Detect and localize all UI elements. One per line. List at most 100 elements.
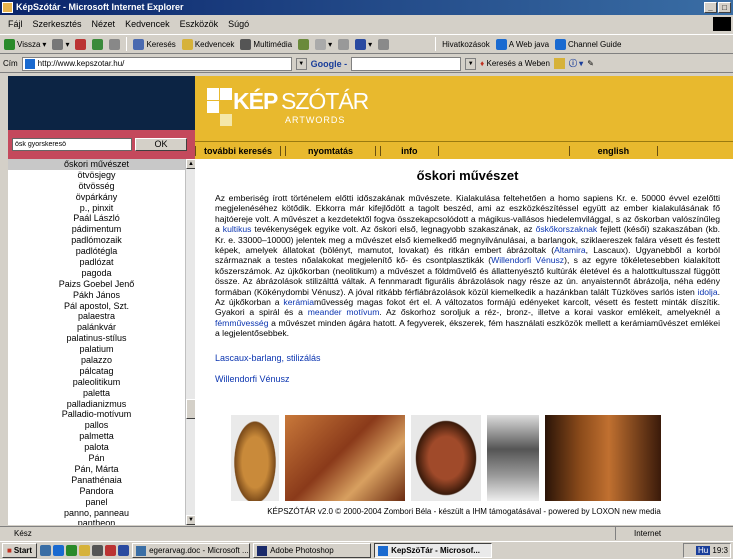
- word-list-item[interactable]: Paál László: [8, 213, 185, 224]
- google-web-search-button[interactable]: ♦ Keresés a Weben: [480, 59, 550, 68]
- related-link-willendorf[interactable]: Willendorfi Vénusz: [215, 374, 720, 384]
- start-button[interactable]: ■ Start: [2, 543, 38, 558]
- word-list-item[interactable]: palaestra: [8, 311, 185, 322]
- menu-tools[interactable]: Eszközök: [180, 16, 219, 32]
- word-list-item[interactable]: palatium: [8, 344, 185, 355]
- menu-view[interactable]: Nézet: [92, 16, 116, 32]
- nav-print[interactable]: nyomtatás: [285, 145, 377, 156]
- word-list-item[interactable]: Pán: [8, 453, 185, 464]
- link-willendorf[interactable]: Willendorfi Vénusz: [491, 255, 564, 265]
- word-list-item[interactable]: Pandora: [8, 486, 185, 497]
- word-list-item[interactable]: pallos: [8, 420, 185, 431]
- word-list-item[interactable]: padlózat: [8, 257, 185, 268]
- menu-favorites[interactable]: Kedvencek: [125, 16, 170, 32]
- link-channel-guide[interactable]: Channel Guide: [555, 38, 621, 50]
- search-button[interactable]: Keresés: [133, 38, 176, 50]
- word-list-item[interactable]: ötvösség: [8, 181, 185, 192]
- language-indicator[interactable]: Hu: [695, 546, 711, 555]
- mail-button[interactable]: ▾: [315, 38, 332, 50]
- word-list-item[interactable]: palánkvár: [8, 322, 185, 333]
- multimedia-button[interactable]: Multimédia: [240, 38, 292, 50]
- word-list-item[interactable]: pagoda: [8, 268, 185, 279]
- word-list-item[interactable]: paleolitikum: [8, 377, 185, 388]
- word-list-item[interactable]: palota: [8, 442, 185, 453]
- word-list-item[interactable]: p., pinxit: [8, 203, 185, 214]
- word-list-item[interactable]: Pákh János: [8, 290, 185, 301]
- news-icon[interactable]: [553, 58, 565, 69]
- desktop-icon[interactable]: [40, 545, 52, 556]
- pen-icon[interactable]: ✎: [587, 59, 594, 68]
- address-dropdown-button[interactable]: ▼: [295, 57, 307, 70]
- kepszotar-logo[interactable]: KÉP SZÓTÁR ARTWORDS: [207, 84, 369, 132]
- word-list-item[interactable]: panel: [8, 497, 185, 508]
- link-kultikus[interactable]: kultikus: [223, 224, 252, 234]
- word-icon[interactable]: [118, 545, 130, 556]
- word-list-item[interactable]: panno, panneau: [8, 508, 185, 519]
- google-toolbar-logo[interactable]: Google -: [311, 59, 348, 69]
- word-list-scrollbar[interactable]: ▲ ▼: [185, 159, 196, 525]
- nav-info[interactable]: info: [380, 145, 439, 156]
- menu-edit[interactable]: Szerkesztés: [33, 16, 82, 32]
- nav-english[interactable]: english: [568, 145, 659, 156]
- word-list-item[interactable]: pantheon: [8, 518, 185, 525]
- fish-object-image[interactable]: [411, 415, 481, 501]
- refresh-button[interactable]: [92, 38, 104, 50]
- related-link-lascaux[interactable]: Lascaux-barlang, stilizálás: [215, 353, 720, 363]
- stop-button[interactable]: [75, 38, 87, 50]
- task-ie[interactable]: KepSzöTár - Microsof...: [374, 543, 493, 558]
- link-idol[interactable]: idolja: [698, 287, 718, 297]
- stone-carving-image[interactable]: [487, 415, 539, 501]
- ie-quick-icon[interactable]: [53, 545, 65, 556]
- address-input[interactable]: http://www.kepszotar.hu/: [21, 56, 292, 71]
- link-meander[interactable]: meander motívum: [308, 307, 380, 317]
- word-list-item[interactable]: övpárkány: [8, 192, 185, 203]
- history-button[interactable]: [298, 38, 310, 50]
- word-list-item[interactable]: Pán, Márta: [8, 464, 185, 475]
- word-list-item[interactable]: Pál apostol, Szt.: [8, 301, 185, 312]
- link-keramia[interactable]: kerámia: [283, 297, 314, 307]
- pottery-image[interactable]: [545, 415, 661, 501]
- word-list-item[interactable]: őskori művészet: [8, 159, 185, 170]
- ok-button[interactable]: OK: [135, 138, 187, 151]
- word-list-item[interactable]: Panathénaia: [8, 475, 185, 486]
- word-button[interactable]: ▾: [355, 38, 372, 50]
- back-button[interactable]: Vissza ▾: [4, 38, 46, 50]
- task-word[interactable]: egerarvag.doc - Microsoft ...: [132, 543, 251, 558]
- word-list-item[interactable]: pádimentum: [8, 224, 185, 235]
- word-list-item[interactable]: paletta: [8, 388, 185, 399]
- maximize-button[interactable]: □: [718, 2, 731, 13]
- favorites-button[interactable]: Kedvencek: [181, 38, 234, 50]
- folder-icon[interactable]: [79, 545, 91, 556]
- word-list-item[interactable]: Palladio-motívum: [8, 409, 185, 420]
- home-button[interactable]: [109, 38, 121, 50]
- menu-file[interactable]: Fájl: [8, 16, 23, 32]
- print-button[interactable]: [338, 38, 350, 50]
- word-list-item[interactable]: pálcatag: [8, 366, 185, 377]
- link-femmuvesseg[interactable]: fémművesség: [215, 318, 269, 328]
- word-list-item[interactable]: ötvösjegy: [8, 170, 185, 181]
- messenger-button[interactable]: [378, 38, 390, 50]
- link-altamira[interactable]: Altamira: [554, 245, 586, 255]
- venus-image[interactable]: [231, 415, 279, 501]
- nav-more-search[interactable]: további keresés: [195, 145, 282, 156]
- app-icon[interactable]: [92, 545, 104, 556]
- quick-search-input[interactable]: [12, 138, 132, 151]
- outlook-icon[interactable]: [66, 545, 78, 556]
- cave-painting-image[interactable]: [285, 415, 405, 501]
- app-icon[interactable]: [105, 545, 117, 556]
- word-list-item[interactable]: padlótégla: [8, 246, 185, 257]
- forward-button[interactable]: ▾: [52, 38, 69, 50]
- word-list-item[interactable]: palazzo: [8, 355, 185, 366]
- word-list-item[interactable]: Paizs Goebel Jenő: [8, 279, 185, 290]
- menu-help[interactable]: Súgó: [228, 16, 249, 32]
- google-dropdown-button[interactable]: ▼: [465, 57, 477, 70]
- info-icon[interactable]: ⓘ ▾: [569, 58, 583, 69]
- task-photoshop[interactable]: Adobe Photoshop: [253, 543, 372, 558]
- link-oskokorszak[interactable]: őskőkorszaknak: [536, 224, 598, 234]
- word-list-item[interactable]: padlómozaik: [8, 235, 185, 246]
- minimize-button[interactable]: _: [704, 2, 717, 13]
- word-list-item[interactable]: palmetta: [8, 431, 185, 442]
- word-list-item[interactable]: palatinus-stílus: [8, 333, 185, 344]
- google-search-input[interactable]: [351, 56, 462, 71]
- link-web-java[interactable]: A Web java: [495, 38, 549, 50]
